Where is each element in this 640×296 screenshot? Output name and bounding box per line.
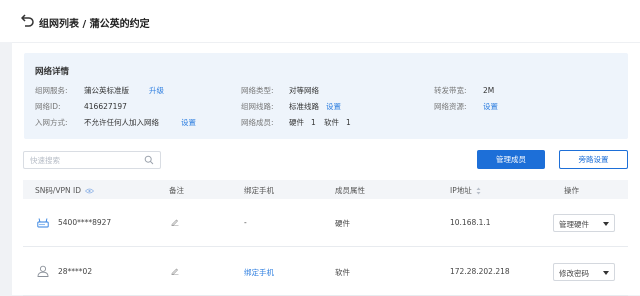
row-phone: - <box>244 218 247 227</box>
pencil-icon[interactable] <box>171 267 179 275</box>
members-software-label: 软件 <box>324 118 339 127</box>
members-software-count: 1 <box>346 118 351 127</box>
eye-icon[interactable] <box>85 188 95 194</box>
col-header-ip[interactable]: IP地址 <box>450 185 481 196</box>
join-method-value: 不允许任何人加入网络 <box>84 118 159 127</box>
col-header-action: 操作 <box>564 186 579 195</box>
network-members-row: 网络成员: 硬件 1 软件 1 <box>241 118 411 128</box>
join-settings-link[interactable]: 设置 <box>181 118 196 128</box>
change-password-dropdown[interactable]: 修改密码 <box>553 263 615 281</box>
pencil-icon[interactable] <box>171 218 179 226</box>
network-id-label: 网络ID: <box>35 102 61 111</box>
main-card: 网络详情 组网服务: 蒲公英标准版 升级 网络ID: 416627197 入网方… <box>12 42 640 296</box>
user-icon <box>37 265 49 277</box>
members-hardware-count: 1 <box>311 118 316 127</box>
network-type-value: 对等网络 <box>289 86 319 95</box>
network-line-label: 组网线路: <box>241 102 274 111</box>
page-title: 组网列表 / 蒲公英的约定 <box>39 19 150 30</box>
upgrade-link[interactable]: 升级 <box>149 86 164 96</box>
row-ip: 172.28.202.218 <box>450 267 510 276</box>
table-row: 5400****8927 - 硬件 10.168.1.1 管理硬件 <box>23 199 628 247</box>
chevron-down-icon <box>603 222 609 226</box>
search-icon[interactable] <box>144 155 154 165</box>
members-hardware-label: 硬件 <box>289 118 304 127</box>
col-header-sn-label: SN码/VPN ID <box>35 186 82 195</box>
manage-hardware-dropdown[interactable]: 管理硬件 <box>553 214 615 232</box>
network-details-panel: 网络详情 组网服务: 蒲公英标准版 升级 网络ID: 416627197 入网方… <box>24 53 628 139</box>
change-password-label: 修改密码 <box>559 269 589 278</box>
sort-icon[interactable] <box>476 187 481 195</box>
col-header-attr: 成员属性 <box>335 186 365 195</box>
network-line-row: 组网线路: 标准线路 设置 <box>241 102 411 112</box>
search-input[interactable] <box>30 154 140 166</box>
col-header-phone: 绑定手机 <box>244 186 274 195</box>
network-resource-row: 网络资源: 设置 <box>434 102 584 112</box>
back-arrow-icon[interactable] <box>21 13 35 27</box>
manage-hardware-label: 管理硬件 <box>559 220 589 229</box>
bandwidth-label: 转发带宽: <box>434 86 467 95</box>
network-type-label: 网络类型: <box>241 86 274 95</box>
network-id-row: 网络ID: 416627197 <box>35 102 225 112</box>
join-method-label: 入网方式: <box>35 118 68 127</box>
network-type-row: 网络类型: 对等网络 <box>241 86 411 96</box>
manage-members-button[interactable]: 管理成员 <box>477 150 545 169</box>
search-box <box>23 151 161 169</box>
network-members-label: 网络成员: <box>241 118 274 127</box>
bandwidth-value: 2M <box>483 86 495 95</box>
row-attr: 软件 <box>335 268 350 277</box>
service-value: 蒲公英标准版 <box>84 86 129 95</box>
chevron-down-icon <box>603 271 609 275</box>
col-header-sn: SN码/VPN ID <box>35 185 95 196</box>
row-sn: 28****02 <box>58 267 93 276</box>
join-method-row: 入网方式: 不允许任何人加入网络 设置 <box>35 118 225 128</box>
service-label: 组网服务: <box>35 86 68 95</box>
line-settings-link[interactable]: 设置 <box>326 102 341 112</box>
network-id-value: 416627197 <box>84 102 127 111</box>
row-sn: 5400****8927 <box>58 218 112 227</box>
bandwidth-row: 转发带宽: 2M <box>434 86 584 96</box>
row-attr: 硬件 <box>335 219 350 228</box>
table-header: SN码/VPN ID 备注 绑定手机 成员属性 IP地址 操作 <box>23 180 628 199</box>
router-icon <box>37 218 49 228</box>
col-header-remark: 备注 <box>169 186 184 195</box>
table-row: 28****02 绑定手机 软件 172.28.202.218 修改密码 <box>23 248 628 296</box>
network-resource-label: 网络资源: <box>434 102 467 111</box>
network-line-value: 标准线路 <box>289 102 319 111</box>
resource-settings-link[interactable]: 设置 <box>483 102 498 112</box>
bind-phone-link[interactable]: 绑定手机 <box>244 267 274 278</box>
col-header-ip-label: IP地址 <box>450 186 472 195</box>
row-ip: 10.168.1.1 <box>450 218 491 227</box>
bypass-settings-button[interactable]: 旁路设置 <box>559 150 628 169</box>
service-row: 组网服务: 蒲公英标准版 升级 <box>35 86 225 96</box>
top-bar: 组网列表 / 蒲公英的约定 <box>0 0 640 42</box>
network-details-title: 网络详情 <box>35 67 70 77</box>
